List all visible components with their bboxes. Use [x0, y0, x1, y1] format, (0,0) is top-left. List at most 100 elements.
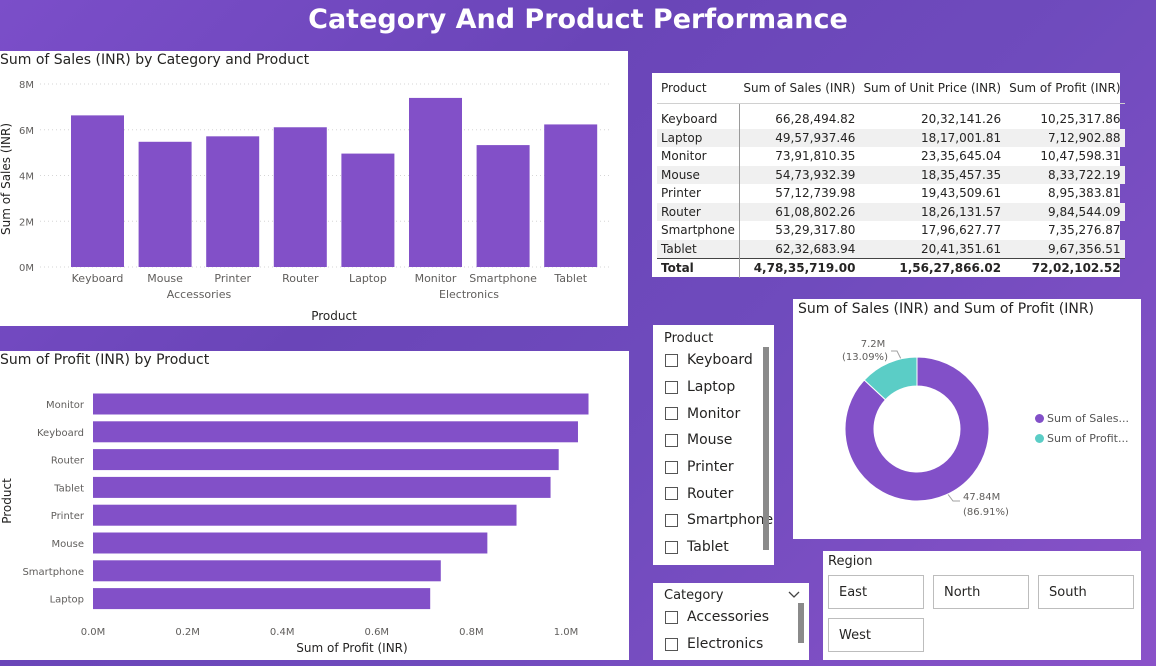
profit-bar-tablet[interactable]: [93, 476, 551, 498]
x-tick-label: Mouse: [147, 272, 183, 285]
table-header-row: Product Sum of Sales (INR) Sum of Unit P…: [657, 81, 1125, 104]
cell-product: Smartphone: [657, 221, 740, 240]
region-tile-west[interactable]: West: [828, 618, 924, 652]
slicer-item-label: Smartphone: [687, 512, 774, 529]
legend-item-sales[interactable]: Sum of Sales...: [1035, 408, 1129, 428]
cell-sales: 49,57,937.46: [739, 128, 860, 147]
checkbox[interactable]: [665, 540, 678, 554]
slicer-item-keyboard[interactable]: Keyboard: [665, 347, 773, 374]
category-slicer-scrollbar[interactable]: [798, 603, 804, 643]
legend-label-sales: Sum of Sales...: [1047, 411, 1130, 425]
header-product[interactable]: Product: [657, 81, 740, 104]
slicer-item-accessories[interactable]: Accessories: [665, 604, 769, 631]
y-tick-label: 8M: [19, 80, 34, 91]
table-row: Keyboard 66,28,494.82 20,32,141.26 10,25…: [657, 110, 1125, 129]
profit-bar-laptop[interactable]: [93, 588, 431, 610]
profit-bar-monitor[interactable]: [93, 393, 589, 415]
cell-unit-price: 20,32,141.26: [920, 112, 1002, 127]
sales-bar-tablet[interactable]: [544, 124, 598, 267]
checkbox[interactable]: [665, 407, 678, 421]
legend-item-profit[interactable]: Sum of Profit...: [1035, 428, 1129, 448]
checkbox[interactable]: [665, 353, 678, 367]
y-tick-label: Router: [51, 456, 85, 467]
slicer-item-monitor[interactable]: Monitor: [665, 400, 773, 427]
legend-dot-sales: [1035, 413, 1044, 423]
table-total-row: Total 4,78,35,719.00 1,56,27,866.02 72,0…: [657, 258, 1125, 278]
sales-bar-printer[interactable]: [206, 136, 260, 267]
cell-sales: 57,12,739.98: [775, 186, 856, 201]
slicer-item-label: Router: [687, 485, 734, 502]
profit-bar-router[interactable]: [93, 449, 559, 471]
sales-bar-keyboard[interactable]: [71, 115, 124, 267]
checkbox[interactable]: [665, 637, 678, 651]
profit-bar-mouse[interactable]: [93, 532, 488, 554]
sales-bar-smartphone[interactable]: [476, 145, 530, 267]
sales-bar-router[interactable]: [273, 127, 327, 268]
cell-sales: 62,32,683.94: [739, 239, 860, 259]
category-slicer: Category Accessories Electronics: [653, 583, 809, 660]
product-slicer-scrollbar[interactable]: [763, 347, 769, 550]
table-row: Mouse 54,73,932.39 18,35,457.35 8,33,722…: [657, 165, 1125, 184]
cell-profit: 7,12,902.88: [1005, 128, 1125, 147]
chevron-down-icon[interactable]: [788, 591, 800, 599]
cell-profit: 9,84,544.09: [1005, 202, 1125, 221]
cell-product: Keyboard: [657, 110, 740, 129]
profit-pct-label: (13.09%): [842, 352, 888, 363]
cell-unit-price: 18,26,131.57: [859, 202, 1006, 221]
x-tick-label: Keyboard: [72, 272, 124, 285]
sales-column-chart-panel: Sum of Sales (INR) by Category and Produ…: [0, 51, 628, 326]
checkbox[interactable]: [665, 487, 678, 501]
slicer-item-router[interactable]: Router: [665, 480, 773, 507]
slicer-item-laptop[interactable]: Laptop: [665, 374, 773, 401]
checkbox[interactable]: [665, 433, 678, 447]
region-tile-south[interactable]: South: [1038, 575, 1134, 609]
sales-bar-monitor[interactable]: [409, 97, 462, 267]
sales-x-axis-label: Product: [311, 309, 357, 323]
sales-label-leader: [946, 492, 960, 502]
sales-bar-mouse[interactable]: [138, 141, 192, 267]
cell-unit-price: 19,43,509.61: [920, 186, 1002, 201]
slicer-item-electronics[interactable]: Electronics: [665, 631, 769, 658]
y-tick-label: Mouse: [52, 539, 84, 550]
x-tick-label: Printer: [214, 272, 251, 285]
cell-sales: 66,28,494.82: [775, 112, 856, 127]
total-unit-price: 1,56,27,866.02: [859, 258, 1006, 278]
slicer-item-printer[interactable]: Printer: [665, 454, 773, 481]
product-slicer-list: Keyboard Laptop Monitor Mouse Printer Ro…: [665, 347, 773, 561]
slicer-item-label: Keyboard: [687, 352, 753, 369]
cell-product: Laptop: [657, 128, 740, 147]
checkbox[interactable]: [665, 610, 678, 624]
checkbox[interactable]: [665, 513, 678, 527]
slicer-item-tablet[interactable]: Tablet: [665, 534, 773, 561]
checkbox[interactable]: [665, 380, 678, 394]
checkbox[interactable]: [665, 460, 678, 474]
slicer-item-label: Mouse: [687, 432, 733, 449]
profit-bar-printer[interactable]: [93, 504, 517, 526]
profit-bar-keyboard[interactable]: [93, 421, 578, 443]
sales-pct-label: (86.91%): [963, 507, 1009, 518]
cell-product: Tablet: [657, 239, 740, 259]
total-label: Total: [657, 258, 740, 278]
table-row: Laptop 49,57,937.46 18,17,001.81 7,12,90…: [657, 128, 1125, 147]
sales-bar-laptop[interactable]: [341, 153, 395, 267]
slicer-item-label: Accessories: [687, 609, 770, 626]
y-tick-label: Monitor: [46, 400, 85, 411]
profit-bar-smartphone[interactable]: [93, 560, 441, 582]
cell-sales: 73,91,810.35: [775, 149, 856, 164]
region-slicer-title: Region: [828, 554, 873, 569]
x-tick-label: Tablet: [553, 272, 587, 285]
slicer-item-smartphone[interactable]: Smartphone: [665, 507, 773, 534]
header-profit[interactable]: Sum of Profit (INR): [1005, 81, 1125, 104]
cell-unit-price: 23,35,645.04: [920, 149, 1002, 164]
header-unit-price[interactable]: Sum of Unit Price (INR): [859, 81, 1006, 104]
table-row: Printer 57,12,739.98 19,43,509.61 8,95,3…: [657, 184, 1125, 203]
header-sales[interactable]: Sum of Sales (INR): [739, 81, 860, 104]
region-tile-north[interactable]: North: [933, 575, 1029, 609]
cell-unit-price: 20,41,351.61: [859, 239, 1006, 259]
slicer-item-label: Electronics: [687, 636, 764, 653]
slicer-item-label: Monitor: [687, 405, 741, 422]
x-tick-label: Laptop: [349, 272, 387, 285]
region-tile-east[interactable]: East: [828, 575, 924, 609]
slicer-item-mouse[interactable]: Mouse: [665, 427, 773, 454]
group-label-electronics: Electronics: [439, 288, 499, 301]
